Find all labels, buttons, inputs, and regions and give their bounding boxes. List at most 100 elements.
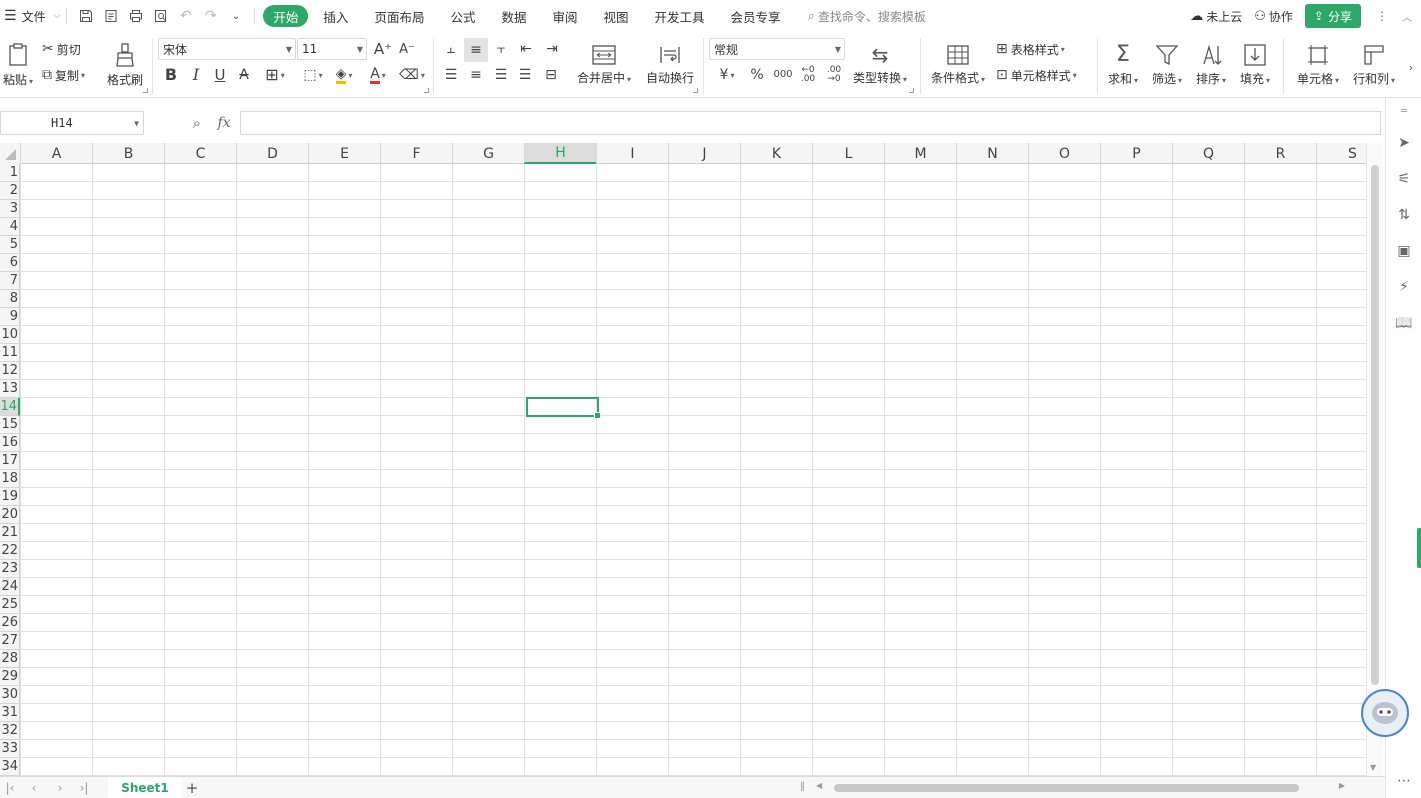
row-header-12[interactable]: 12 (0, 362, 20, 380)
fx-button[interactable]: fx (212, 113, 236, 133)
row-header-24[interactable]: 24 (0, 578, 20, 596)
scroll-left-icon[interactable]: ◀ (816, 781, 822, 790)
sheet-tab-sheet1[interactable]: Sheet1 (108, 777, 182, 798)
row-header-11[interactable]: 11 (0, 344, 20, 362)
row-header-15[interactable]: 15 (0, 416, 20, 434)
row-header-33[interactable]: 33 (0, 740, 20, 758)
row-header-9[interactable]: 9 (0, 308, 20, 326)
align-right-button[interactable]: ☰ (490, 64, 512, 86)
column-header-i[interactable]: I (596, 143, 668, 164)
column-header-f[interactable]: F (380, 143, 452, 164)
row-header-16[interactable]: 16 (0, 434, 20, 452)
save-icon[interactable] (73, 4, 98, 28)
row-header-10[interactable]: 10 (0, 326, 20, 344)
currency-button[interactable]: ¥ ▾ (712, 64, 742, 86)
vertical-scroll-thumb[interactable] (1371, 165, 1379, 685)
next-sheet-icon[interactable]: › (50, 779, 70, 797)
column-header-r[interactable]: R (1244, 143, 1316, 164)
cell-style-button[interactable]: ⊡ 单元格样式 ▾ (996, 65, 1077, 85)
clear-format-button[interactable]: ⌫ ▾ (398, 64, 426, 86)
gallery-icon[interactable]: ▣ (1386, 240, 1421, 262)
column-header-n[interactable]: N (956, 143, 1028, 164)
number-format-select[interactable]: 常规 ▼ (709, 38, 845, 60)
row-header-26[interactable]: 26 (0, 614, 20, 632)
property-settings-icon[interactable]: ⚟ (1386, 168, 1421, 190)
row-header-20[interactable]: 20 (0, 506, 20, 524)
file-menu-button[interactable]: ☰ 文件 ⌵ (0, 0, 60, 32)
transform-icon[interactable]: ⇅ (1386, 204, 1421, 226)
row-header-8[interactable]: 8 (0, 290, 20, 308)
horizontal-scrollbar[interactable]: ◀ ▶ (812, 781, 1347, 795)
column-header-l[interactable]: L (812, 143, 884, 164)
font-name-select[interactable]: 宋体 ▼ (158, 38, 296, 60)
tab-developer[interactable]: 开发工具 (642, 0, 718, 32)
row-header-21[interactable]: 21 (0, 524, 20, 542)
row-header-2[interactable]: 2 (0, 182, 20, 200)
row-header-28[interactable]: 28 (0, 650, 20, 668)
more-menu-icon[interactable]: ⋮ (1371, 0, 1393, 32)
tab-review[interactable]: 审阅 (539, 0, 590, 32)
tab-insert[interactable]: 插入 (310, 0, 361, 32)
panel-toggle-tab[interactable] (1417, 528, 1421, 568)
font-color-button[interactable]: A ▾ (364, 64, 392, 86)
filter-button[interactable]: 筛选 ▾ (1148, 38, 1186, 92)
paste-button[interactable]: 粘贴 ▾ (0, 38, 36, 92)
row-header-32[interactable]: 32 (0, 722, 20, 740)
alignment-launcher-icon[interactable] (693, 88, 698, 93)
row-header-25[interactable]: 25 (0, 596, 20, 614)
scroll-right-icon[interactable]: ▶ (1339, 781, 1345, 790)
share-button[interactable]: ⇪ 分享 (1304, 4, 1361, 28)
row-header-27[interactable]: 27 (0, 632, 20, 650)
thousands-button[interactable]: 000 (771, 64, 795, 86)
justify-button[interactable]: ☰ (514, 64, 536, 86)
merge-center-button[interactable]: 合并居中 ▾ (570, 38, 638, 92)
align-bottom-button[interactable]: ⫟ (490, 38, 512, 60)
more-options-icon[interactable]: ⋯ (1386, 770, 1421, 792)
type-convert-button[interactable]: ⇆ 类型转换 ▾ (850, 38, 910, 92)
decrease-indent-button[interactable]: ⇤ (514, 38, 538, 60)
selected-cell[interactable] (526, 397, 601, 419)
decrease-decimal-button[interactable]: .00 →0 (822, 64, 846, 86)
first-sheet-icon[interactable]: |‹ (0, 779, 20, 797)
column-header-b[interactable]: B (92, 143, 164, 164)
column-header-m[interactable]: M (884, 143, 956, 164)
row-col-button[interactable]: 行和列 ▾ (1349, 38, 1399, 92)
column-header-q[interactable]: Q (1172, 143, 1244, 164)
row-header-18[interactable]: 18 (0, 470, 20, 488)
zoom-formula-icon[interactable]: ⌕ (186, 113, 208, 133)
print-preview-icon[interactable] (148, 4, 173, 28)
row-header-5[interactable]: 5 (0, 236, 20, 254)
column-header-j[interactable]: J (668, 143, 740, 164)
table-style-button[interactable]: ⊞ 表格样式 ▾ (996, 39, 1065, 59)
number-launcher-icon[interactable] (909, 88, 914, 93)
command-search[interactable]: ⌕ 查找命令、搜索模板 (808, 8, 926, 25)
undo-icon[interactable]: ↶ (173, 4, 198, 28)
clear-borders-button[interactable]: ⬚ ▾ (296, 64, 330, 86)
last-sheet-icon[interactable]: ›| (74, 779, 94, 797)
increase-font-button[interactable]: A⁺ (372, 38, 394, 60)
align-center-button[interactable]: ≡ (465, 64, 487, 86)
format-painter-button[interactable]: 格式刷 (104, 38, 146, 92)
prev-sheet-icon[interactable]: ‹ (24, 779, 44, 797)
collaborate-button[interactable]: ⚇ 协作 (1254, 0, 1293, 32)
fill-button[interactable]: 填充 ▾ (1236, 38, 1274, 92)
increase-decimal-button[interactable]: ←0.00 (796, 64, 820, 86)
copy-button[interactable]: ⧉ 复制 ▾ (42, 66, 85, 84)
column-header-k[interactable]: K (740, 143, 812, 164)
distributed-button[interactable]: ⊟ (540, 64, 562, 86)
add-sheet-button[interactable]: + (182, 777, 202, 798)
conditional-format-button[interactable]: 条件格式 ▾ (928, 38, 988, 92)
row-header-7[interactable]: 7 (0, 272, 20, 290)
panel-menu-icon[interactable]: ═ (1386, 102, 1421, 120)
percent-button[interactable]: % (746, 64, 768, 86)
bold-button[interactable]: B (161, 64, 181, 86)
tab-page-layout[interactable]: 页面布局 (361, 0, 437, 32)
column-header-o[interactable]: O (1028, 143, 1100, 164)
customize-toolbar-icon[interactable]: ⌄ (223, 4, 248, 28)
fill-color-button[interactable]: ◈ ▾ (330, 64, 358, 86)
sum-button[interactable]: Σ 求和 ▾ (1104, 38, 1142, 92)
tab-view[interactable]: 视图 (591, 0, 642, 32)
clipboard-launcher-icon[interactable] (143, 88, 148, 93)
row-header-17[interactable]: 17 (0, 452, 20, 470)
font-size-select[interactable]: 11 ▼ (297, 38, 367, 60)
